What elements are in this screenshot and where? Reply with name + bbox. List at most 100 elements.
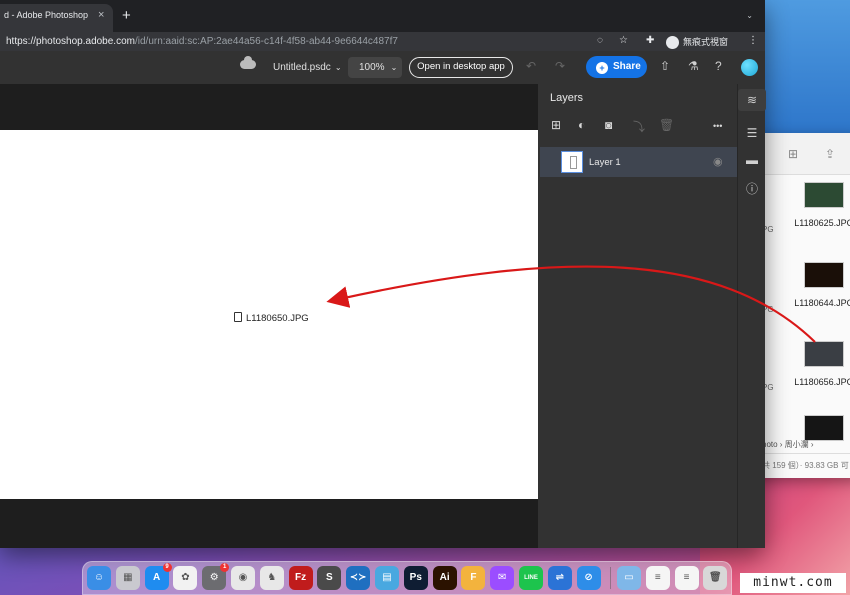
dock-filezilla-icon[interactable]: Fz xyxy=(288,566,313,590)
cloud-icon[interactable] xyxy=(240,56,256,69)
dock-icon-glyph: ≡ xyxy=(683,572,690,583)
document-name-dropdown[interactable]: Untitled.psdc ⌄ xyxy=(273,62,342,73)
zoom-value: 100% xyxy=(359,62,385,73)
visibility-eye-icon[interactable]: ◉ xyxy=(713,155,723,168)
layer-name: Layer 1 xyxy=(589,157,621,168)
share-icon[interactable]: ⇪ xyxy=(825,147,835,161)
share-label: Share xyxy=(613,61,641,72)
tab-search-icon[interactable]: ⌄ xyxy=(746,11,753,20)
layers-icon[interactable]: ≋ xyxy=(738,89,766,111)
tab-photoshop[interactable]: d - Adobe Photoshop xyxy=(0,4,113,32)
add-mask-icon[interactable]: ◙ xyxy=(605,118,612,132)
chevron-down-icon: ⌄ xyxy=(334,63,342,72)
dock-icon-glyph: Fz xyxy=(295,572,307,583)
file-name: L1180656.JPG xyxy=(794,377,850,387)
user-avatar[interactable] xyxy=(741,59,758,76)
info-icon[interactable]: ⓘ xyxy=(738,180,766,197)
url-host: https://photoshop.adobe.com xyxy=(6,36,135,47)
comments-icon[interactable]: ▬ xyxy=(738,153,766,167)
dock-separator xyxy=(610,567,611,589)
share-button[interactable]: + Share xyxy=(586,56,647,78)
dock-icon-glyph: ⊘ xyxy=(584,572,593,583)
undo-icon[interactable]: ↶ xyxy=(526,59,536,73)
extensions-icon[interactable]: ✚ xyxy=(646,35,654,46)
bookmark-star-icon[interactable]: ☆ xyxy=(619,35,628,46)
dock-icon-glyph: F xyxy=(470,572,477,583)
browser-menu-icon[interactable]: ⋮ xyxy=(748,35,758,46)
dock-photoshop-icon[interactable]: Ps xyxy=(403,566,428,590)
dock-icon-glyph: ▤ xyxy=(382,572,392,583)
right-panel-rail: ≋ ☰ ▬ ⓘ xyxy=(737,84,766,548)
dock-trash-icon[interactable]: 🗑 xyxy=(703,566,728,590)
tab-close-icon[interactable]: × xyxy=(98,9,104,21)
dock-icon-glyph: ▭ xyxy=(624,572,634,583)
dock-app-store-icon[interactable]: A9 xyxy=(144,563,172,590)
layer-row[interactable]: Layer 1 ◉ xyxy=(540,147,737,177)
address-bar[interactable]: https://photoshop.adobe.com/id/urn:aaid:… xyxy=(0,32,765,51)
incognito-label: 無痕式視窗 xyxy=(683,37,729,47)
dock-safari-icon[interactable]: ⊘ xyxy=(576,566,601,590)
dock-document-icon[interactable]: ≡ xyxy=(645,566,670,590)
dock-launchpad-icon[interactable]: ▦ xyxy=(115,566,140,590)
dock-font-app-icon[interactable]: F xyxy=(461,566,486,590)
file-name: L1180625.JPG xyxy=(794,218,850,228)
properties-icon[interactable]: ☰ xyxy=(738,126,766,140)
dock-chrome-icon[interactable]: ◉ xyxy=(231,566,255,590)
layers-panel-title: Layers xyxy=(550,92,584,104)
more-options-icon[interactable]: ••• xyxy=(713,121,722,131)
eye-off-icon[interactable]: ◌ xyxy=(597,35,603,46)
finder-file-item[interactable]: L1180644.JPG xyxy=(788,262,850,308)
finder-path-bar[interactable]: hoto › 周小瀾 › xyxy=(762,439,814,450)
zoom-dropdown[interactable]: 100% ⌄ xyxy=(348,57,402,78)
file-thumbnail xyxy=(804,341,844,367)
dock-line-icon[interactable]: LINE xyxy=(519,566,543,590)
dock-transfer-icon[interactable]: ⇌ xyxy=(547,566,572,590)
chevron-down-icon: ⌄ xyxy=(390,63,398,72)
delete-layer-icon: 🗑 xyxy=(659,118,675,132)
dropped-file: L1180650.JPG xyxy=(234,312,309,324)
watermark: minwt.com xyxy=(740,573,846,593)
file-name: L1180644.JPG xyxy=(794,298,850,308)
adjustment-layer-icon[interactable]: ◐ xyxy=(578,118,585,132)
dock-icon-glyph: ▦ xyxy=(123,572,133,583)
dock-vscode-icon[interactable]: ≺≻ xyxy=(346,566,371,590)
finder-file-item[interactable]: L1180625.JPG xyxy=(788,182,850,228)
view-grid-icon[interactable]: ⊞ xyxy=(788,147,798,161)
dock-sublime-text-icon[interactable]: S xyxy=(317,566,342,590)
add-layer-icon[interactable]: ⊞ xyxy=(551,118,561,132)
dock-icon-glyph: Ai xyxy=(439,572,450,583)
open-in-desktop-button[interactable]: Open in desktop app xyxy=(409,57,513,78)
dock-icon-glyph: A xyxy=(152,572,161,583)
dock-icon-glyph: ♞ xyxy=(267,572,277,583)
dock-system-preferences-icon[interactable]: ⚙ 1 xyxy=(202,563,230,590)
export-icon[interactable]: ⇧ xyxy=(660,59,670,73)
dock-evernote-icon[interactable]: ♞ xyxy=(259,566,284,590)
notification-badge: 9 xyxy=(162,563,172,572)
photoshop-toolbar: Untitled.psdc ⌄ 100% ⌄ Open in desktop app… xyxy=(0,51,765,84)
url-text[interactable]: https://photoshop.adobe.com/id/urn:aaid:… xyxy=(6,36,398,47)
file-thumbnail xyxy=(804,415,844,441)
dock-icon-glyph: ◉ xyxy=(238,572,248,583)
beta-flask-icon[interactable]: ⚗ xyxy=(688,59,699,73)
workspace[interactable]: L1180650.JPG xyxy=(0,84,538,548)
dock-downloads-folder-icon[interactable]: ▭ xyxy=(617,566,641,590)
dock-messenger-icon[interactable]: ✉ xyxy=(490,566,515,590)
help-icon[interactable]: ? xyxy=(715,59,722,73)
dock-icon-glyph: ⚙ xyxy=(209,572,219,583)
dock-photos-icon[interactable]: ✿ xyxy=(173,566,198,590)
dock-icon-glyph: S xyxy=(326,572,333,583)
dock-finder-icon[interactable]: ☺ xyxy=(87,566,111,590)
new-tab-button[interactable]: + xyxy=(122,8,131,23)
dock-notes-alt-icon[interactable]: ▤ xyxy=(375,566,399,590)
redo-icon[interactable]: ↷ xyxy=(555,59,565,73)
finder-file-item[interactable]: L1180656.JPG xyxy=(788,341,850,387)
dock: ☺ ▦ A 9 ✿ ⚙ 1 ◉ ♞ Fz S ≺≻ ▤ Ps Ai F ✉ LINE ⇌ ⊘ ▭ ≡ ≡ 🗑 xyxy=(82,561,732,595)
incognito-indicator[interactable]: 無痕式視窗 xyxy=(666,35,729,50)
dock-icon-glyph: ⇌ xyxy=(555,572,564,583)
dock-icon-glyph: ≡ xyxy=(654,572,661,583)
dock-illustrator-icon[interactable]: Ai xyxy=(432,566,457,590)
file-thumbnail xyxy=(804,182,844,208)
dock-document-2-icon[interactable]: ≡ xyxy=(674,566,699,590)
dock-icon-glyph: ≺≻ xyxy=(349,572,367,583)
document-canvas[interactable]: L1180650.JPG xyxy=(0,130,538,499)
